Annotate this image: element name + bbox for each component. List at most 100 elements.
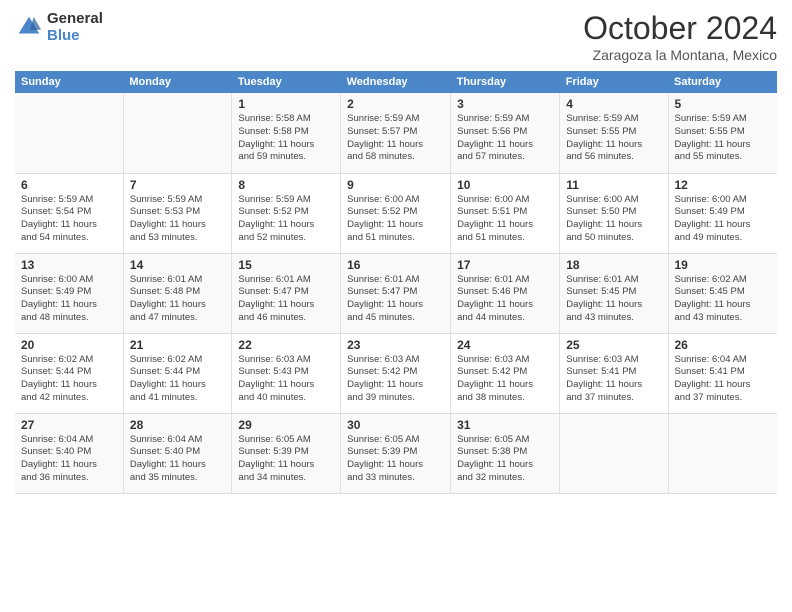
calendar-cell: 16 Sunrise: 6:01 AM Sunset: 5:47 PM Dayli… bbox=[341, 253, 451, 333]
calendar-cell bbox=[560, 413, 668, 493]
calendar-cell: 7 Sunrise: 5:59 AM Sunset: 5:53 PM Daylig… bbox=[123, 173, 232, 253]
day-number: 26 bbox=[675, 338, 772, 352]
week-row-2: 6Sunrise: 5:59 AM Sunset: 5:54 PM Daylig… bbox=[15, 173, 777, 253]
weekday-header-monday: Monday bbox=[123, 71, 232, 93]
calendar-cell: 17 Sunrise: 6:01 AM Sunset: 5:46 PM Dayli… bbox=[451, 253, 560, 333]
day-info: Sunrise: 6:00 AM Sunset: 5:52 PM Dayligh… bbox=[347, 194, 444, 245]
logo-icon bbox=[15, 13, 43, 41]
calendar-cell: 2 Sunrise: 5:59 AM Sunset: 5:57 PM Daylig… bbox=[341, 93, 451, 173]
calendar-cell: 11 Sunrise: 6:00 AM Sunset: 5:50 PM Dayli… bbox=[560, 173, 668, 253]
calendar-cell: 23Sunrise: 6:03 AM Sunset: 5:42 PM Dayli… bbox=[341, 333, 451, 413]
calendar-cell: 5 Sunrise: 5:59 AM Sunset: 5:55 PM Daylig… bbox=[668, 93, 777, 173]
day-info: Sunrise: 6:01 AM Sunset: 5:46 PM Dayligh… bbox=[457, 274, 553, 325]
title-section: October 2024 Zaragoza la Montana, Mexico bbox=[583, 10, 777, 63]
day-info: Sunrise: 5:59 AM Sunset: 5:54 PM Dayligh… bbox=[21, 194, 117, 245]
day-number: 28 bbox=[130, 418, 226, 432]
month-title: October 2024 bbox=[583, 10, 777, 47]
logo-text: General Blue bbox=[47, 10, 103, 44]
day-number: 29 bbox=[238, 418, 334, 432]
day-number: 22 bbox=[238, 338, 334, 352]
day-info: Sunrise: 6:01 AM Sunset: 5:47 PM Dayligh… bbox=[238, 274, 334, 325]
day-number: 2 bbox=[347, 97, 444, 111]
calendar-cell: 21 Sunrise: 6:02 AM Sunset: 5:44 PM Dayli… bbox=[123, 333, 232, 413]
calendar-cell: 15Sunrise: 6:01 AM Sunset: 5:47 PM Dayli… bbox=[232, 253, 341, 333]
day-info: Sunrise: 6:04 AM Sunset: 5:40 PM Dayligh… bbox=[21, 434, 117, 485]
day-number: 21 bbox=[130, 338, 226, 352]
weekday-header-sunday: Sunday bbox=[15, 71, 123, 93]
calendar-cell: 19 Sunrise: 6:02 AM Sunset: 5:45 PM Dayli… bbox=[668, 253, 777, 333]
day-number: 27 bbox=[21, 418, 117, 432]
calendar-cell: 13Sunrise: 6:00 AM Sunset: 5:49 PM Dayli… bbox=[15, 253, 123, 333]
calendar-cell: 6Sunrise: 5:59 AM Sunset: 5:54 PM Daylig… bbox=[15, 173, 123, 253]
day-number: 25 bbox=[566, 338, 661, 352]
calendar-cell: 3Sunrise: 5:59 AM Sunset: 5:56 PM Daylig… bbox=[451, 93, 560, 173]
day-info: Sunrise: 5:59 AM Sunset: 5:53 PM Dayligh… bbox=[130, 194, 226, 245]
day-number: 11 bbox=[566, 178, 661, 192]
day-info: Sunrise: 6:02 AM Sunset: 5:44 PM Dayligh… bbox=[21, 354, 117, 405]
weekday-header-friday: Friday bbox=[560, 71, 668, 93]
day-number: 1 bbox=[238, 97, 334, 111]
location-subtitle: Zaragoza la Montana, Mexico bbox=[583, 47, 777, 63]
day-info: Sunrise: 5:59 AM Sunset: 5:52 PM Dayligh… bbox=[238, 194, 334, 245]
calendar-cell: 12 Sunrise: 6:00 AM Sunset: 5:49 PM Dayli… bbox=[668, 173, 777, 253]
day-info: Sunrise: 5:58 AM Sunset: 5:58 PM Dayligh… bbox=[238, 113, 334, 164]
day-info: Sunrise: 6:00 AM Sunset: 5:50 PM Dayligh… bbox=[566, 194, 661, 245]
day-number: 4 bbox=[566, 97, 661, 111]
day-number: 10 bbox=[457, 178, 553, 192]
calendar-cell: 9 Sunrise: 6:00 AM Sunset: 5:52 PM Daylig… bbox=[341, 173, 451, 253]
calendar-cell: 24Sunrise: 6:03 AM Sunset: 5:42 PM Dayli… bbox=[451, 333, 560, 413]
day-number: 20 bbox=[21, 338, 117, 352]
calendar-cell: 30 Sunrise: 6:05 AM Sunset: 5:39 PM Dayli… bbox=[341, 413, 451, 493]
day-info: Sunrise: 6:01 AM Sunset: 5:45 PM Dayligh… bbox=[566, 274, 661, 325]
day-info: Sunrise: 6:03 AM Sunset: 5:43 PM Dayligh… bbox=[238, 354, 334, 405]
day-info: Sunrise: 6:05 AM Sunset: 5:39 PM Dayligh… bbox=[238, 434, 334, 485]
day-info: Sunrise: 6:02 AM Sunset: 5:44 PM Dayligh… bbox=[130, 354, 226, 405]
calendar-cell: 27 Sunrise: 6:04 AM Sunset: 5:40 PM Dayli… bbox=[15, 413, 123, 493]
day-info: Sunrise: 5:59 AM Sunset: 5:55 PM Dayligh… bbox=[566, 113, 661, 164]
day-info: Sunrise: 6:05 AM Sunset: 5:39 PM Dayligh… bbox=[347, 434, 444, 485]
calendar-cell: 22 Sunrise: 6:03 AM Sunset: 5:43 PM Dayli… bbox=[232, 333, 341, 413]
day-info: Sunrise: 6:01 AM Sunset: 5:48 PM Dayligh… bbox=[130, 274, 226, 325]
day-number: 24 bbox=[457, 338, 553, 352]
header: General Blue October 2024 Zaragoza la Mo… bbox=[15, 10, 777, 63]
day-info: Sunrise: 6:03 AM Sunset: 5:41 PM Dayligh… bbox=[566, 354, 661, 405]
calendar-cell: 10Sunrise: 6:00 AM Sunset: 5:51 PM Dayli… bbox=[451, 173, 560, 253]
day-info: Sunrise: 6:04 AM Sunset: 5:40 PM Dayligh… bbox=[130, 434, 226, 485]
day-number: 16 bbox=[347, 258, 444, 272]
day-number: 9 bbox=[347, 178, 444, 192]
weekday-header-row: SundayMondayTuesdayWednesdayThursdayFrid… bbox=[15, 71, 777, 93]
day-number: 17 bbox=[457, 258, 553, 272]
calendar-cell bbox=[123, 93, 232, 173]
calendar-cell: 8 Sunrise: 5:59 AM Sunset: 5:52 PM Daylig… bbox=[232, 173, 341, 253]
day-number: 7 bbox=[130, 178, 226, 192]
calendar-cell: 28 Sunrise: 6:04 AM Sunset: 5:40 PM Dayli… bbox=[123, 413, 232, 493]
week-row-5: 27 Sunrise: 6:04 AM Sunset: 5:40 PM Dayli… bbox=[15, 413, 777, 493]
day-info: Sunrise: 6:05 AM Sunset: 5:38 PM Dayligh… bbox=[457, 434, 553, 485]
weekday-header-thursday: Thursday bbox=[451, 71, 560, 93]
day-number: 13 bbox=[21, 258, 117, 272]
day-info: Sunrise: 6:00 AM Sunset: 5:49 PM Dayligh… bbox=[675, 194, 772, 245]
calendar-cell: 14 Sunrise: 6:01 AM Sunset: 5:48 PM Dayli… bbox=[123, 253, 232, 333]
calendar-cell: 18 Sunrise: 6:01 AM Sunset: 5:45 PM Dayli… bbox=[560, 253, 668, 333]
calendar-cell: 25 Sunrise: 6:03 AM Sunset: 5:41 PM Dayli… bbox=[560, 333, 668, 413]
day-info: Sunrise: 6:03 AM Sunset: 5:42 PM Dayligh… bbox=[347, 354, 444, 405]
day-info: Sunrise: 6:01 AM Sunset: 5:47 PM Dayligh… bbox=[347, 274, 444, 325]
day-number: 14 bbox=[130, 258, 226, 272]
day-number: 18 bbox=[566, 258, 661, 272]
week-row-4: 20 Sunrise: 6:02 AM Sunset: 5:44 PM Dayli… bbox=[15, 333, 777, 413]
day-number: 31 bbox=[457, 418, 553, 432]
day-info: Sunrise: 6:02 AM Sunset: 5:45 PM Dayligh… bbox=[675, 274, 772, 325]
day-number: 19 bbox=[675, 258, 772, 272]
day-number: 3 bbox=[457, 97, 553, 111]
calendar-cell: 31 Sunrise: 6:05 AM Sunset: 5:38 PM Dayli… bbox=[451, 413, 560, 493]
day-number: 8 bbox=[238, 178, 334, 192]
day-number: 30 bbox=[347, 418, 444, 432]
day-info: Sunrise: 6:04 AM Sunset: 5:41 PM Dayligh… bbox=[675, 354, 772, 405]
calendar-cell: 20 Sunrise: 6:02 AM Sunset: 5:44 PM Dayli… bbox=[15, 333, 123, 413]
day-number: 12 bbox=[675, 178, 772, 192]
calendar-table: SundayMondayTuesdayWednesdayThursdayFrid… bbox=[15, 71, 777, 494]
day-info: Sunrise: 5:59 AM Sunset: 5:55 PM Dayligh… bbox=[675, 113, 772, 164]
calendar-cell bbox=[668, 413, 777, 493]
day-info: Sunrise: 5:59 AM Sunset: 5:57 PM Dayligh… bbox=[347, 113, 444, 164]
day-number: 5 bbox=[675, 97, 772, 111]
